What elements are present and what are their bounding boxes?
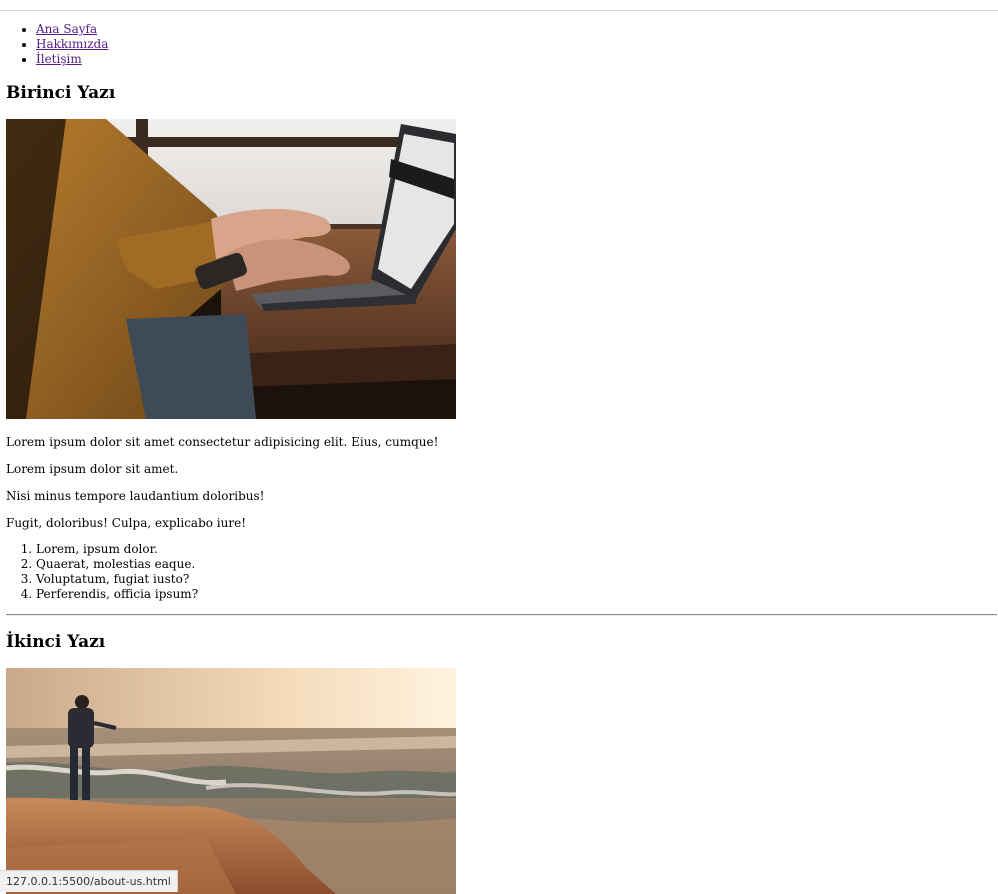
list-item: Quaerat, molestias eaque. [36, 557, 198, 572]
nav-item: Hakkımızda [36, 37, 108, 52]
post-paragraph: Lorem ipsum dolor sit amet consectetur a… [6, 435, 439, 449]
seashore-photo-drawing [6, 668, 456, 894]
horizontal-rule [6, 614, 997, 616]
post-title-second: İkinci Yazı [6, 632, 106, 652]
list-item: Lorem, ipsum dolor. [36, 542, 198, 557]
nav-link-contact[interactable]: İletişim [36, 52, 82, 66]
nav-item: Ana Sayfa [36, 22, 108, 37]
post-paragraph: Nisi minus tempore laudantium doloribus! [6, 489, 265, 503]
seashore-photo [6, 668, 456, 894]
nav-link-home[interactable]: Ana Sayfa [36, 22, 97, 36]
laptop-photo [6, 119, 456, 419]
post-paragraph: Lorem ipsum dolor sit amet. [6, 462, 179, 476]
list-item: Perferendis, officia ipsum? [36, 587, 198, 602]
nav-list: Ana Sayfa Hakkımızda İletişim [36, 22, 108, 67]
post-title-first: Birinci Yazı [6, 83, 116, 103]
ordered-list: Lorem, ipsum dolor. Quaerat, molestias e… [36, 542, 198, 602]
list-item: Voluptatum, fugiat iusto? [36, 572, 198, 587]
post-paragraph: Fugit, doloribus! Culpa, explicabo iure! [6, 516, 247, 530]
nav-link-about[interactable]: Hakkımızda [36, 37, 108, 51]
laptop-photo-drawing [6, 119, 456, 419]
nav-item: İletişim [36, 52, 108, 67]
top-divider [0, 10, 998, 11]
status-bar-url: 127.0.0.1:5500/about-us.html [0, 870, 178, 892]
page: Ana Sayfa Hakkımızda İletişim Birinci Ya… [0, 0, 998, 894]
